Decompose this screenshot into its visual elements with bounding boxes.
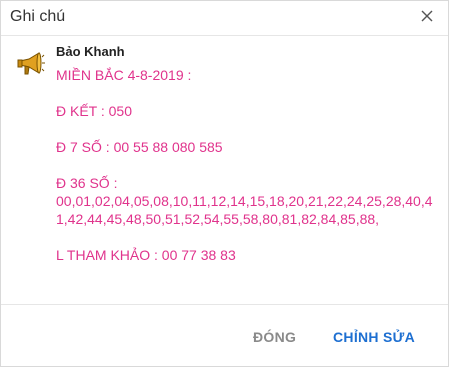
close-button[interactable]: ĐÓNG xyxy=(247,325,302,349)
note-line: Đ 7 SỐ : 00 55 88 080 585 xyxy=(56,139,223,155)
note-sender: Bảo Khanh xyxy=(56,44,125,59)
dialog-header: Ghi chú xyxy=(1,1,448,36)
dialog-footer: ĐÓNG CHỈNH SỬA xyxy=(1,305,448,366)
note-line-blank xyxy=(56,120,436,138)
megaphone-icon xyxy=(15,49,45,79)
note-dialog: Ghi chú Bảo Khanh MIỀN BẮC 4-8-2019 : Đ … xyxy=(0,0,449,367)
note-line: L THAM KHẢO : 00 77 38 83 xyxy=(56,247,236,263)
dialog-title: Ghi chú xyxy=(10,8,66,25)
edit-button[interactable]: CHỈNH SỬA xyxy=(327,325,421,349)
note-line: Đ 36 SỐ : xyxy=(56,175,118,191)
note-line-blank xyxy=(56,228,436,246)
note-line-blank xyxy=(56,84,436,102)
close-icon[interactable] xyxy=(416,5,438,27)
note-line-blank xyxy=(56,156,436,174)
note-content: MIỀN BẮC 4-8-2019 : Đ KẾT : 050 Đ 7 SỐ :… xyxy=(56,66,436,264)
note-line: Đ KẾT : 050 xyxy=(56,103,133,119)
note-line: 00,01,02,04,05,08,10,11,12,14,15,18,20,2… xyxy=(56,193,433,227)
dialog-body: Bảo Khanh MIỀN BẮC 4-8-2019 : Đ KẾT : 05… xyxy=(1,36,448,303)
note-line: MIỀN BẮC 4-8-2019 : xyxy=(56,67,192,83)
